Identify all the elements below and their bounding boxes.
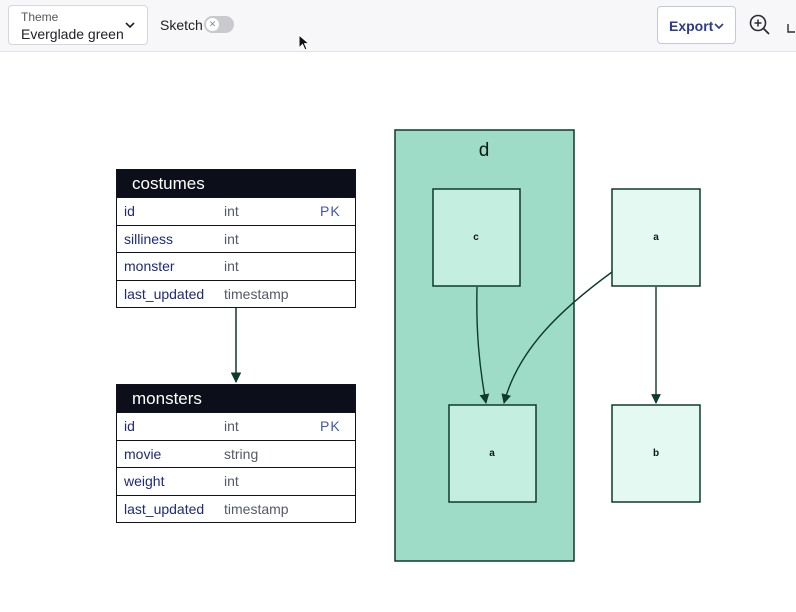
column-type: int: [224, 418, 239, 434]
table-row[interactable]: id int PK: [117, 197, 355, 225]
column-name: last_updated: [124, 500, 205, 517]
table-row[interactable]: movie string: [117, 439, 355, 468]
column-name: silliness: [124, 230, 174, 247]
table-row[interactable]: last_updated timestamp: [117, 279, 355, 308]
er-table-monsters[interactable]: monsters id int PK movie string weight i…: [116, 384, 356, 523]
column-name: id: [124, 203, 135, 219]
column-type: int: [224, 258, 239, 274]
table-row[interactable]: last_updated timestamp: [117, 494, 355, 523]
column-name: last_updated: [124, 285, 205, 302]
column-type: int: [224, 203, 239, 219]
column-name: id: [124, 418, 135, 434]
node-b-label: b: [653, 448, 659, 459]
table-row[interactable]: weight int: [117, 467, 355, 495]
er-table-costumes[interactable]: costumes id int PK silliness int monster…: [116, 169, 356, 308]
node-a-inner-label: a: [489, 448, 495, 459]
column-name: movie: [124, 445, 162, 462]
node-c-label: c: [473, 232, 479, 243]
column-type: int: [224, 473, 239, 489]
column-type: timestamp: [224, 285, 289, 302]
column-type: string: [224, 445, 259, 462]
column-key: PK: [320, 203, 341, 219]
column-type: timestamp: [224, 500, 289, 517]
node-a-outer-label: a: [653, 232, 659, 243]
table-row[interactable]: silliness int: [117, 224, 355, 253]
table-row[interactable]: monster int: [117, 252, 355, 280]
column-type: int: [224, 230, 239, 247]
container-d-label: d: [479, 140, 490, 161]
column-name: weight: [124, 473, 165, 489]
column-key: PK: [320, 418, 341, 434]
table-title: costumes: [117, 170, 355, 197]
table-row[interactable]: id int PK: [117, 412, 355, 440]
table-title: monsters: [117, 385, 355, 412]
column-name: monster: [124, 258, 175, 274]
